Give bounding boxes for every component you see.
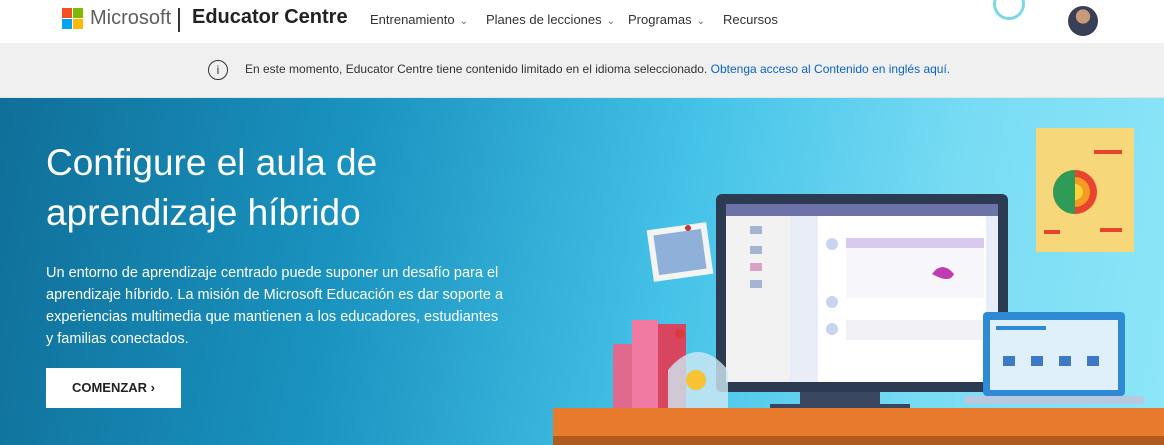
chevron-down-icon: ⌄ (696, 16, 705, 27)
nav-item-label: Entrenamiento (370, 12, 455, 27)
site-title[interactable]: Educator Centre (192, 6, 348, 29)
books-and-jar-icon (613, 320, 728, 410)
nav-item-programas[interactable]: Programas ⌄ (628, 12, 705, 27)
chevron-down-icon: ⌄ (459, 16, 468, 27)
microsoft-brand-text[interactable]: Microsoft (90, 7, 171, 30)
nav-item-recursos[interactable]: Recursos (723, 12, 778, 27)
brand-divider (178, 8, 180, 32)
hybrid-classroom-illustration (613, 128, 1144, 410)
chevron-down-icon: ⌄ (606, 16, 616, 27)
notice-text: En este momento, Educator Centre tiene c… (245, 62, 950, 76)
loading-ring-icon (993, 0, 1025, 20)
desk-edge-illustration (553, 436, 1164, 445)
notice-message: En este momento, Educator Centre tiene c… (245, 62, 708, 76)
nav-item-label: Programas (628, 12, 692, 27)
nav-item-entrenamiento[interactable]: Entrenamiento ⌄ (370, 12, 468, 27)
avatar[interactable] (1068, 6, 1098, 36)
nav-item-label: Recursos (723, 12, 778, 27)
nav-item-planes-de-lecciones[interactable]: Planes de lecciones ⌄ (486, 12, 615, 27)
desktop-monitor-icon (716, 194, 1008, 410)
language-notice-banner: i En este momento, Educator Centre tiene… (0, 43, 1164, 98)
pinned-photo-icon (646, 222, 714, 282)
nav-item-label: Planes de lecciones (486, 12, 602, 27)
earth-layers-poster-icon (1036, 128, 1134, 252)
hero-section: Configure el aula de aprendizaje híbrido… (0, 98, 1164, 445)
english-content-link[interactable]: Obtenga acceso al Contenido en inglés aq… (711, 62, 951, 76)
top-navigation-bar: Microsoft Educator Centre Entrenamiento ⌄… (0, 0, 1164, 43)
laptop-icon (964, 312, 1144, 404)
microsoft-logo-icon[interactable] (62, 8, 84, 30)
info-icon: i (208, 60, 228, 80)
